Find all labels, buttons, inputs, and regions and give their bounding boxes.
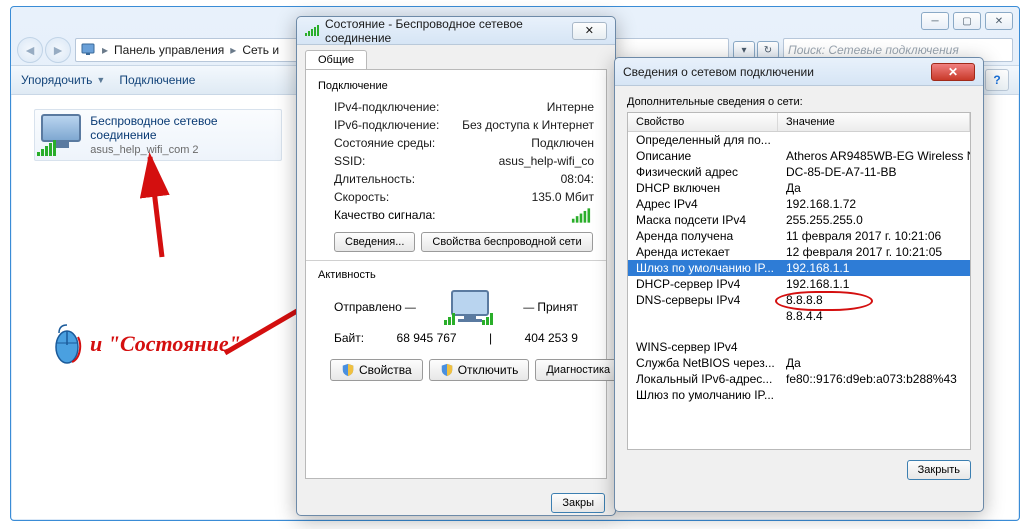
status-row: IPv6-подключение:Без доступа к Интернет xyxy=(318,116,594,134)
status-close-button[interactable]: ✕ xyxy=(572,22,607,40)
minimize-button[interactable]: ─ xyxy=(921,12,949,30)
status-title: Состояние - Беспроводное сетевое соедине… xyxy=(325,17,560,45)
adapter-ssid: asus_help_wifi_com 2 xyxy=(90,144,275,156)
network-adapter-item[interactable]: Беспроводное сетевое соединение asus_hel… xyxy=(34,109,282,161)
breadcrumb-1[interactable]: Панель управления xyxy=(114,43,224,57)
maximize-button[interactable]: ▢ xyxy=(953,12,981,30)
network-icon xyxy=(80,41,96,60)
th-property[interactable]: Свойство xyxy=(628,113,778,131)
help-button[interactable]: ? xyxy=(985,69,1009,91)
details-dialog: Сведения о сетевом подключении ✕ Дополни… xyxy=(614,57,984,512)
table-row[interactable]: Определенный для по... xyxy=(628,132,970,148)
table-row[interactable]: Шлюз по умолчанию IP... xyxy=(628,387,970,403)
adapter-name: Беспроводное сетевое соединение xyxy=(90,114,275,142)
adapter-icon xyxy=(41,114,82,154)
table-row[interactable]: Служба NetBIOS через...Да xyxy=(628,355,970,371)
details-table: Свойство Значение Определенный для по...… xyxy=(627,112,971,450)
status-tab-body: Подключение IPv4-подключение:ИнтернеIPv6… xyxy=(305,69,607,479)
breadcrumb-2[interactable]: Сеть и xyxy=(242,43,279,57)
signal-quality-label: Качество сигнала: xyxy=(334,208,435,222)
details-titlebar[interactable]: Сведения о сетевом подключении ✕ xyxy=(615,58,983,86)
menu-connect[interactable]: Подключение xyxy=(119,73,195,87)
disable-button[interactable]: Отключить xyxy=(429,359,530,381)
table-row[interactable]: WINS-сервер IPv4 xyxy=(628,339,970,355)
nav-forward-button[interactable]: ► xyxy=(45,37,71,63)
status-row: SSID:asus_help-wifi_co xyxy=(318,152,594,170)
details-title: Сведения о сетевом подключении xyxy=(623,65,814,79)
menu-organize[interactable]: Упорядочить▼ xyxy=(21,73,105,87)
table-row[interactable]: DHCP включенДа xyxy=(628,180,970,196)
table-row[interactable]: Маска подсети IPv4255.255.255.0 xyxy=(628,212,970,228)
signal-icon xyxy=(305,25,319,36)
details-close-button[interactable]: ✕ xyxy=(931,63,975,81)
status-titlebar[interactable]: Состояние - Беспроводное сетевое соедине… xyxy=(297,17,615,45)
table-row[interactable]: 8.8.4.4 xyxy=(628,308,970,324)
status-row: Длительность:08:04: xyxy=(318,170,594,188)
breadcrumb-arrow-icon: ▸ xyxy=(102,43,108,57)
table-row[interactable]: Адрес IPv4192.168.1.72 xyxy=(628,196,970,212)
annotation-text: и "Состояние" xyxy=(90,331,241,357)
status-row: IPv4-подключение:Интерне xyxy=(318,98,594,116)
activity-icon xyxy=(444,287,496,327)
bytes-recv: 404 253 9 xyxy=(525,331,578,345)
breadcrumb-arrow-icon: ▸ xyxy=(230,43,236,57)
th-value[interactable]: Значение xyxy=(778,113,970,131)
details-button[interactable]: Сведения... xyxy=(334,232,415,252)
table-row[interactable]: DHCP-сервер IPv4192.168.1.1 xyxy=(628,276,970,292)
close-button[interactable]: ✕ xyxy=(985,12,1013,30)
mouse-icon xyxy=(52,323,82,365)
group-connection: Подключение xyxy=(318,80,594,92)
tab-general[interactable]: Общие xyxy=(305,50,367,69)
table-row[interactable]: ОписаниеAtheros AR9485WB-EG Wireless Net xyxy=(628,148,970,164)
bytes-sent: 68 945 767 xyxy=(397,331,457,345)
signal-bars-icon xyxy=(37,140,56,156)
nav-back-button[interactable]: ◄ xyxy=(17,37,43,63)
table-row[interactable]: Шлюз по умолчанию IP...192.168.1.1 xyxy=(628,260,970,276)
table-row[interactable]: Аренда истекает12 февраля 2017 г. 10:21:… xyxy=(628,244,970,260)
status-dialog: Состояние - Беспроводное сетевое соедине… xyxy=(296,16,616,516)
group-activity: Активность xyxy=(318,269,594,281)
signal-quality-icon xyxy=(572,208,590,222)
sent-label: Отправлено xyxy=(334,300,402,314)
table-row[interactable]: Аренда получена11 февраля 2017 г. 10:21:… xyxy=(628,228,970,244)
table-row[interactable]: Физический адресDC-85-DE-A7-11-BB xyxy=(628,164,970,180)
search-placeholder: Поиск: Сетевые подключения xyxy=(788,43,959,57)
annotation-arrow-1 xyxy=(132,147,192,270)
diagnose-button[interactable]: Диагностика xyxy=(535,359,621,381)
recv-label: Принят xyxy=(537,300,578,314)
annotation: и "Состояние" xyxy=(52,323,241,365)
table-row[interactable]: DNS-серверы IPv48.8.8.8 xyxy=(628,292,970,308)
table-row[interactable]: Локальный IPv6-адрес...fe80::9176:d9eb:a… xyxy=(628,371,970,387)
details-close-footer-button[interactable]: Закрыть xyxy=(907,460,971,480)
wlan-properties-button[interactable]: Свойства беспроводной сети xyxy=(421,232,592,252)
properties-button[interactable]: Свойства xyxy=(330,359,423,381)
bytes-label: Байт: xyxy=(334,331,364,345)
details-label: Дополнительные сведения о сети: xyxy=(627,96,971,108)
status-row: Скорость:135.0 Мбит xyxy=(318,188,594,206)
status-close-footer-button[interactable]: Закры xyxy=(551,493,605,513)
status-row: Состояние среды:Подключен xyxy=(318,134,594,152)
